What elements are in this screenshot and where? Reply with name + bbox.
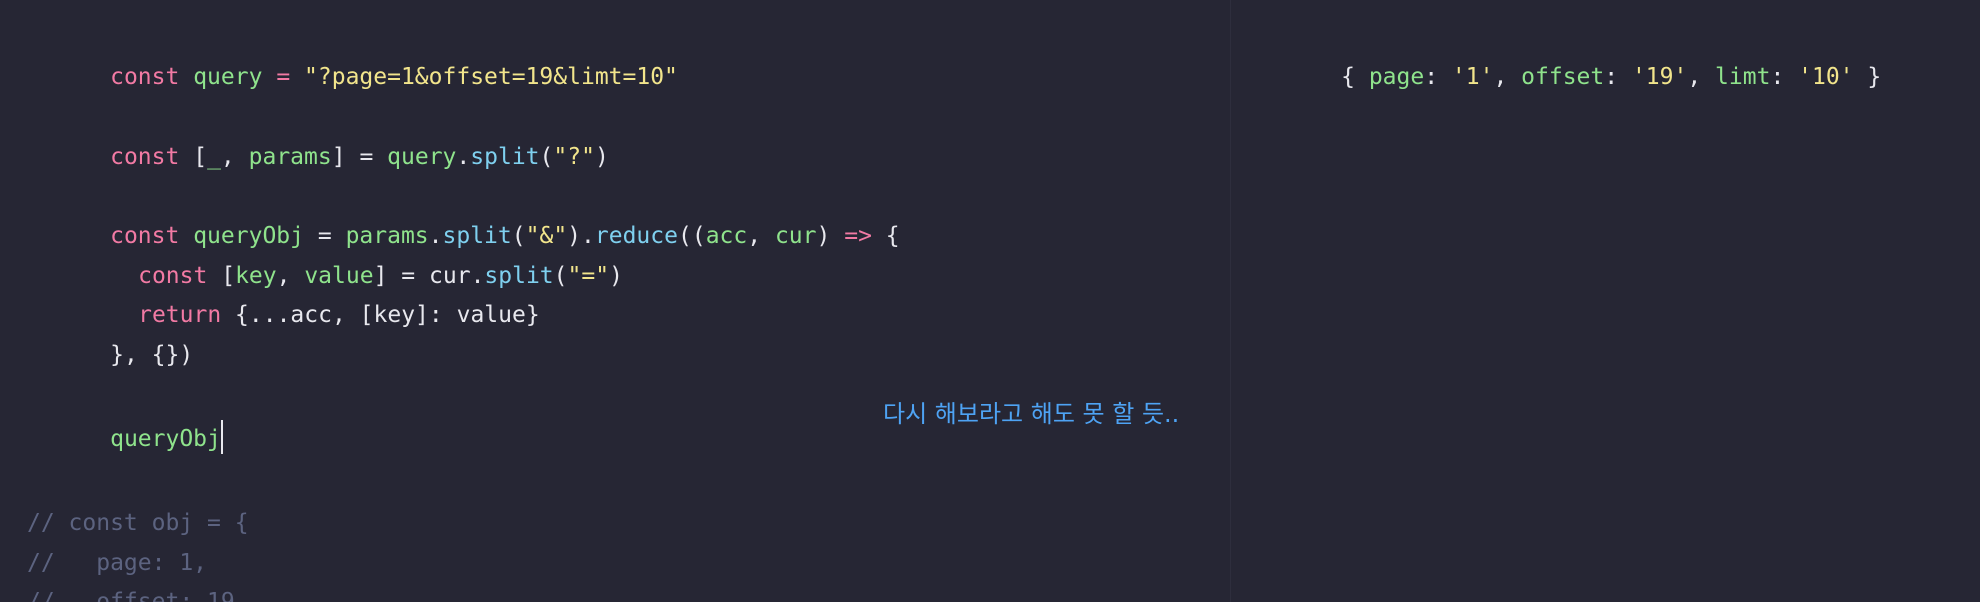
arrow-operator: => [844, 223, 872, 249]
string-literal: "?page=1&offset=19&limt=10" [304, 64, 678, 90]
brace: { [1341, 64, 1355, 90]
keyword: const [110, 64, 180, 90]
code-editor[interactable]: const query = "?page=1&offset=19&limt=10… [0, 0, 1230, 602]
punctuation: ) [609, 263, 623, 289]
punctuation: , [747, 223, 762, 249]
comment-line-1[interactable]: // const obj = { [27, 508, 249, 538]
variable-name: queryObj [110, 426, 221, 452]
punctuation: { [885, 223, 900, 249]
punctuation: ) [816, 223, 831, 249]
punctuation: ) [594, 144, 609, 170]
code-line-6[interactable]: }, {}) [27, 310, 193, 400]
brace: } [1867, 64, 1882, 90]
punctuation: . [456, 144, 471, 170]
string-literal: "=" [567, 263, 610, 289]
output-key: offset [1521, 64, 1605, 90]
code-line-7[interactable]: queryObj [27, 390, 223, 484]
comment-line-3[interactable]: // offset: 19, [27, 587, 249, 602]
variable-name: _ [207, 144, 221, 170]
output-panel: { page: '1', offset: '19', limt: '10' } [1231, 0, 1980, 602]
output-value: '19' [1631, 64, 1688, 90]
text-cursor [220, 420, 223, 454]
operator: = [276, 64, 291, 90]
parameter-name: acc [705, 223, 748, 249]
expression: {...acc, [key]: value} [235, 302, 540, 328]
operator: = [359, 144, 374, 170]
code-runner-window: const query = "?page=1&offset=19&limt=10… [0, 0, 1980, 602]
string-literal: "?" [553, 144, 595, 170]
punctuation: ( [539, 144, 554, 170]
code-line-1[interactable]: const query = "?page=1&offset=19&limt=10… [27, 32, 678, 122]
annotation-text: 다시 해보라고 해도 못 할 듯.. [883, 400, 1180, 428]
output-key: limt [1715, 64, 1771, 90]
variable-name: params [248, 144, 332, 170]
comment-line-2[interactable]: // page: 1, [27, 548, 207, 578]
code-line-2[interactable]: const [_, params] = query.split("?") [27, 112, 609, 202]
punctuation: , [220, 144, 235, 170]
punctuation: ( [553, 263, 568, 289]
punctuation: (( [677, 223, 706, 249]
output-line: { page: '1', offset: '19', limt: '10' } [1341, 64, 1882, 90]
parameter-name: cur [774, 223, 817, 249]
output-value: '1' [1451, 64, 1494, 90]
variable-name: query [193, 64, 263, 90]
punctuation: ] [331, 144, 346, 170]
output-key: page [1368, 64, 1425, 90]
output-value: '10' [1798, 64, 1854, 90]
punctuation: [ [193, 144, 208, 170]
keyword: const [110, 144, 180, 170]
expression: }, {}) [110, 342, 194, 368]
function-name: split [470, 144, 540, 170]
variable-name: query [387, 144, 457, 170]
